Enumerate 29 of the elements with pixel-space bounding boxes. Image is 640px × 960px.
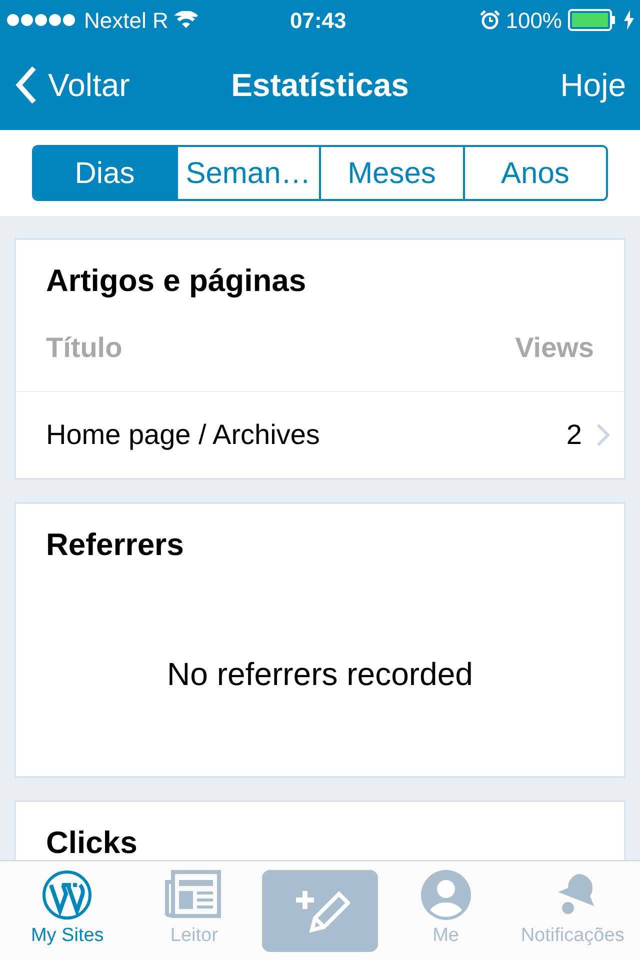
card-title: Artigos e páginas [45, 262, 308, 300]
battery-icon [568, 9, 618, 31]
charging-icon [624, 10, 634, 30]
segment-tab[interactable]: Dias [34, 147, 176, 199]
card-title: Referrers [45, 526, 185, 564]
today-button[interactable]: Hoje [560, 61, 626, 109]
empty-message: No referrers recorded [166, 655, 474, 694]
newspaper-icon [165, 870, 224, 920]
view-count: 2 [566, 418, 582, 452]
new-post-button[interactable] [262, 870, 378, 952]
wifi-icon [174, 11, 198, 29]
chevron-right-icon [596, 422, 610, 446]
wordpress-logo-icon [42, 870, 92, 920]
alarm-icon [480, 10, 500, 30]
clock-time: 07:43 [290, 6, 346, 34]
column-header: Views [515, 330, 594, 364]
chevron-left-icon [14, 65, 38, 105]
person-icon [420, 870, 471, 920]
card-title: Clicks [45, 824, 138, 860]
post-title: Home page / Archives [46, 418, 321, 452]
segment-tab[interactable]: Anos [462, 147, 606, 199]
signal-icon [6, 13, 78, 27]
tab-bar-item[interactable]: My Sites [8, 870, 126, 951]
screen-title: Estatísticas [231, 66, 409, 105]
carrier-name: Nextel R [84, 6, 168, 34]
battery-percent: 100% [506, 6, 562, 34]
back-button[interactable]: Voltar [14, 61, 130, 109]
post-row[interactable]: Home page / Archives 2 [16, 392, 624, 478]
column-header: Título [46, 330, 122, 364]
